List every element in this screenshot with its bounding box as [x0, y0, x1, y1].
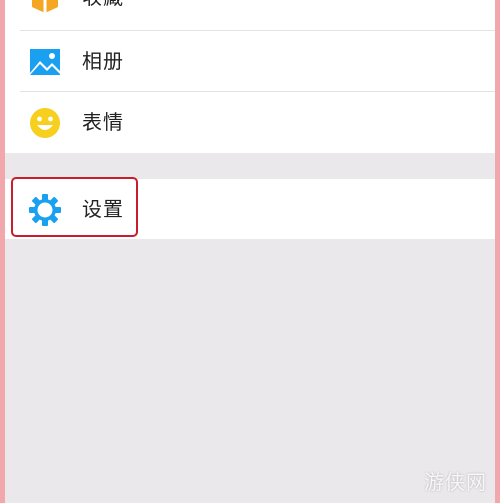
menu-item-label: 相册 — [82, 49, 124, 73]
menu-item-stickers[interactable]: 表情 — [5, 92, 495, 153]
favorites-box-icon — [28, 0, 62, 15]
menu-screen: 收藏 相册 — [5, 0, 495, 503]
album-image-icon — [28, 45, 62, 79]
watermark: 游侠网 — [424, 470, 487, 494]
menu-item-favorites[interactable]: 收藏 — [5, 0, 495, 28]
menu-group-main: 收藏 相册 — [5, 0, 495, 153]
settings-highlight-box — [11, 177, 138, 237]
menu-item-album[interactable]: 相册 — [5, 31, 495, 92]
smiley-face-icon — [28, 106, 62, 140]
menu-item-label: 收藏 — [82, 0, 124, 28]
menu-item-label: 表情 — [82, 110, 124, 134]
